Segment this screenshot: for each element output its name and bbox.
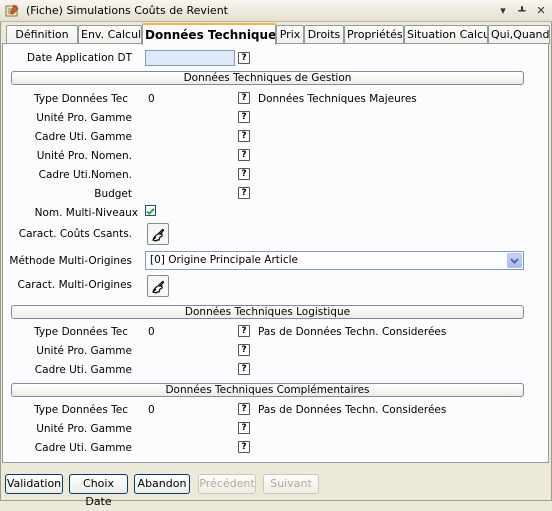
tab-droits[interactable]: Droits: [304, 25, 344, 44]
tab-proprietes[interactable]: Propriétés: [344, 25, 404, 44]
date-application-input[interactable]: [145, 50, 235, 66]
validation-button[interactable]: Validation: [5, 474, 63, 494]
logistique-type-value[interactable]: 0: [148, 326, 155, 338]
tab-bar: Définition Env. Calcul Données Technique…: [2, 23, 552, 45]
tab-env-calcul[interactable]: Env. Calcul: [78, 25, 142, 44]
close-icon[interactable]: ✕: [533, 3, 549, 19]
precedent-button[interactable]: Précédent: [198, 474, 256, 494]
tab-prix[interactable]: Prix: [276, 25, 304, 44]
logistique-cadre-uti-gamme-label: Cadre Uti. Gamme: [34, 364, 132, 376]
methode-multi-origines-select[interactable]: [0] Origine Principale Article: [145, 251, 524, 270]
tab-qui-quand[interactable]: Qui,Quand?: [488, 25, 550, 44]
title-bar: (Fiche) Simulations Coûts de Revient ▾ ᚆ…: [0, 0, 552, 22]
gestion-cadre-uti-gamme-label: Cadre Uti. Gamme: [34, 131, 132, 143]
section-complementaires-header: Données Techniques Complémentaires: [11, 383, 524, 397]
gestion-methode-multi-origines-label: Méthode Multi-Origines: [9, 255, 132, 267]
caract-couts-button[interactable]: [147, 223, 169, 245]
help-icon[interactable]: ?: [238, 187, 250, 199]
section-logistique-header: Données Techniques Logistique: [11, 305, 524, 319]
window-title: (Fiche) Simulations Coûts de Revient: [26, 4, 228, 17]
pin-icon[interactable]: ᚆ: [514, 3, 530, 19]
logistique-unite-pro-gamme-label: Unité Pro. Gamme: [36, 345, 132, 357]
tab-situation-calcul[interactable]: Situation Calcul: [404, 25, 488, 44]
gestion-cadre-uti-nomen-label: Cadre Uti.Nomen.: [38, 169, 132, 181]
pointing-hand-icon: [152, 228, 165, 242]
section-gestion-header: Données Techniques de Gestion: [11, 71, 524, 85]
nom-multi-niveaux-checkbox[interactable]: [145, 205, 156, 216]
chevron-down-icon[interactable]: [507, 253, 522, 268]
logistique-type-label: Type Données Tec: [34, 326, 128, 338]
choix-date-button[interactable]: Choix Date: [69, 474, 128, 508]
help-icon[interactable]: ?: [238, 52, 250, 64]
help-icon[interactable]: ?: [238, 441, 250, 453]
complementaires-type-desc: Pas de Données Techn. Considerées: [258, 404, 447, 416]
gestion-type-desc: Données Techniques Majeures: [258, 93, 417, 105]
dropdown-icon[interactable]: ▾: [495, 3, 511, 19]
date-application-label: Date Application DT: [27, 52, 132, 64]
help-icon[interactable]: ?: [238, 92, 250, 104]
help-icon[interactable]: ?: [238, 111, 250, 123]
complementaires-unite-pro-gamme-label: Unité Pro. Gamme: [36, 423, 132, 435]
check-icon: [146, 208, 155, 215]
gestion-caract-couts-label: Caract. Coûts Csants.: [18, 228, 132, 240]
help-icon[interactable]: ?: [238, 325, 250, 337]
tab-donnees-techniques[interactable]: Données Techniques: [142, 23, 276, 45]
abandon-button[interactable]: Abandon: [134, 474, 190, 494]
help-icon[interactable]: ?: [238, 422, 250, 434]
help-icon[interactable]: ?: [238, 168, 250, 180]
tab-definition[interactable]: Définition: [6, 25, 78, 44]
pointing-hand-icon: [152, 280, 165, 294]
caract-multi-origines-button[interactable]: [147, 275, 169, 297]
logistique-type-desc: Pas de Données Techn. Considerées: [258, 326, 447, 338]
gestion-unite-pro-gamme-label: Unité Pro. Gamme: [36, 112, 132, 124]
help-icon[interactable]: ?: [238, 344, 250, 356]
gestion-type-label: Type Données Tec: [34, 93, 128, 105]
gestion-budget-label: Budget: [94, 188, 132, 200]
gestion-caract-multi-origines-label: Caract. Multi-Origines: [17, 279, 133, 291]
complementaires-cadre-uti-gamme-label: Cadre Uti. Gamme: [34, 442, 132, 454]
gestion-type-value[interactable]: 0: [148, 93, 155, 105]
complementaires-type-value[interactable]: 0: [148, 404, 155, 416]
app-icon: [5, 3, 19, 16]
help-icon[interactable]: ?: [238, 130, 250, 142]
gestion-unite-pro-nomen-label: Unité Pro. Nomen.: [36, 150, 132, 162]
help-icon[interactable]: ?: [238, 363, 250, 375]
help-icon[interactable]: ?: [238, 149, 250, 161]
gestion-nom-multi-niveaux-label: Nom. Multi-Niveaux: [34, 207, 138, 219]
help-icon[interactable]: ?: [238, 403, 250, 415]
complementaires-type-label: Type Données Tec: [34, 404, 128, 416]
methode-multi-origines-value: [0] Origine Principale Article: [150, 254, 298, 266]
suivant-button[interactable]: Suivant: [263, 474, 319, 494]
